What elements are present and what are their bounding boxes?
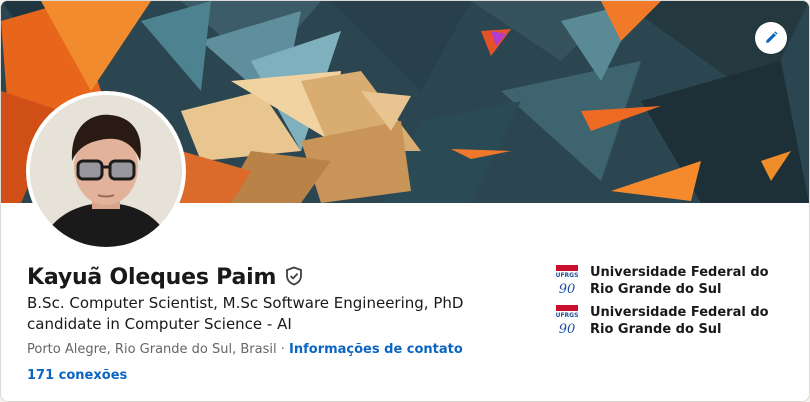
logo-number: 90 bbox=[559, 322, 576, 337]
location-row: Porto Alegre, Rio Grande do Sul, Brasil … bbox=[27, 342, 463, 357]
profile-name-row: Kayuã Oleques Paim bbox=[27, 265, 304, 290]
profile-avatar[interactable] bbox=[26, 91, 186, 251]
contact-info-link[interactable]: Informações de contato bbox=[289, 342, 463, 357]
ufrgs-logo-icon: UFRGS 90 bbox=[554, 305, 580, 337]
logo-number: 90 bbox=[559, 282, 576, 297]
avatar-photo bbox=[30, 95, 182, 247]
education-list: UFRGS 90 Universidade Federal do Rio Gra… bbox=[554, 264, 794, 344]
profile-card: Kayuã Oleques Paim B.Sc. Computer Scient… bbox=[0, 0, 810, 402]
logo-text: UFRGS bbox=[556, 272, 579, 279]
shield-check-icon[interactable] bbox=[284, 266, 304, 290]
profile-name: Kayuã Oleques Paim bbox=[27, 265, 277, 290]
logo-text: UFRGS bbox=[556, 312, 579, 319]
education-name: Universidade Federal do Rio Grande do Su… bbox=[590, 265, 769, 297]
connections-link[interactable]: 171 conexões bbox=[27, 368, 127, 383]
profile-headline: B.Sc. Computer Scientist, M.Sc Software … bbox=[27, 294, 464, 333]
profile-location: Porto Alegre, Rio Grande do Sul, Brasil bbox=[27, 342, 277, 357]
location-separator: · bbox=[276, 342, 290, 357]
education-name: Universidade Federal do Rio Grande do Su… bbox=[590, 305, 769, 337]
education-item[interactable]: UFRGS 90 Universidade Federal do Rio Gra… bbox=[554, 264, 794, 298]
education-item[interactable]: UFRGS 90 Universidade Federal do Rio Gra… bbox=[554, 304, 794, 338]
pencil-icon bbox=[763, 30, 779, 46]
ufrgs-logo-icon: UFRGS 90 bbox=[554, 265, 580, 297]
edit-banner-button[interactable] bbox=[755, 22, 787, 54]
